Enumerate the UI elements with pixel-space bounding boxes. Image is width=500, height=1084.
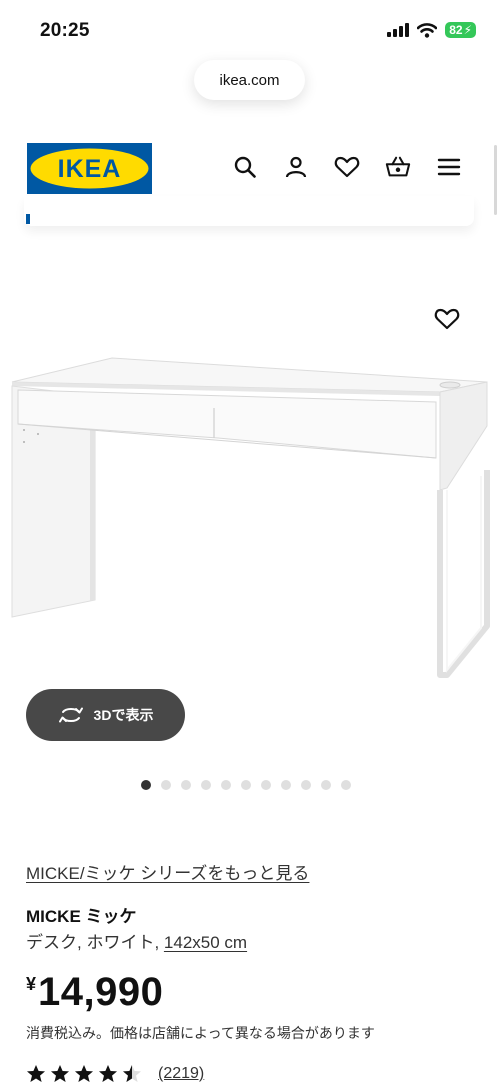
star-icon — [51, 1065, 69, 1082]
product-type-color: デスク, ホワイト, — [26, 933, 164, 952]
rating-stars — [26, 1064, 142, 1084]
signal-icon — [387, 23, 410, 37]
price-amount: 14,990 — [38, 970, 164, 1014]
gallery-dot[interactable] — [141, 780, 151, 790]
address-url: ikea.com — [219, 71, 280, 89]
review-count[interactable]: (2219) — [158, 1065, 204, 1083]
product-rating[interactable]: (2219) — [26, 1064, 204, 1084]
status-bar: 20:25 82 ⚡ — [0, 0, 500, 58]
gallery-pagination — [141, 780, 351, 790]
cart-icon — [385, 156, 411, 177]
gallery-dot[interactable] — [161, 780, 171, 790]
logo-text: IKEA — [58, 155, 122, 183]
product-dimensions-link[interactable]: 142x50 cm — [164, 933, 247, 952]
star-icon — [27, 1065, 45, 1082]
page-scrollbar[interactable] — [494, 145, 497, 215]
cart-button[interactable] — [385, 154, 411, 180]
account-icon — [285, 156, 307, 178]
favorites-button[interactable] — [334, 154, 360, 180]
header-panel — [24, 196, 474, 226]
product-description: デスク, ホワイト, 142x50 cm — [26, 928, 247, 953]
search-button[interactable] — [232, 154, 258, 180]
rotate-3d-icon — [58, 707, 83, 723]
product-image[interactable] — [0, 330, 500, 690]
gallery-dot[interactable] — [301, 780, 311, 790]
gallery-dot[interactable] — [281, 780, 291, 790]
favorites-icon — [334, 156, 360, 178]
view-3d-label: 3Dで表示 — [93, 707, 154, 723]
header-nav — [232, 154, 462, 180]
status-icons: 82 ⚡ — [387, 22, 476, 38]
gallery-dot[interactable] — [261, 780, 271, 790]
gallery-dot[interactable] — [221, 780, 231, 790]
star-icon — [123, 1065, 141, 1082]
wifi-icon — [417, 22, 438, 38]
battery-indicator: 82 ⚡ — [445, 22, 476, 38]
address-bar[interactable]: ikea.com — [194, 60, 305, 100]
star-icon — [99, 1065, 117, 1082]
series-link[interactable]: MICKE/ミッケ シリーズをもっと見る — [26, 859, 309, 884]
menu-icon — [437, 158, 461, 176]
product-price: ¥ 14,990 — [26, 968, 163, 1016]
search-icon — [234, 156, 256, 178]
gallery-dot[interactable] — [341, 780, 351, 790]
heart-icon — [434, 308, 460, 330]
battery-level: 82 — [449, 23, 463, 37]
ikea-logo[interactable]: IKEA — [27, 143, 152, 194]
tax-note: 消費税込み。価格は店舗によって異なる場合があります — [26, 1025, 375, 1041]
charging-icon: ⚡ — [463, 23, 472, 37]
product-name: MICKE ミッケ — [26, 907, 137, 926]
gallery-dot[interactable] — [321, 780, 331, 790]
gallery-dot[interactable] — [201, 780, 211, 790]
gallery-dot[interactable] — [241, 780, 251, 790]
gallery-dot[interactable] — [181, 780, 191, 790]
view-3d-button[interactable]: 3Dで表示 — [26, 689, 185, 741]
status-time: 20:25 — [40, 20, 90, 41]
price-currency: ¥ — [26, 974, 37, 994]
header-accent — [26, 214, 30, 224]
star-icon — [75, 1065, 93, 1082]
account-button[interactable] — [283, 154, 309, 180]
menu-button[interactable] — [436, 154, 462, 180]
